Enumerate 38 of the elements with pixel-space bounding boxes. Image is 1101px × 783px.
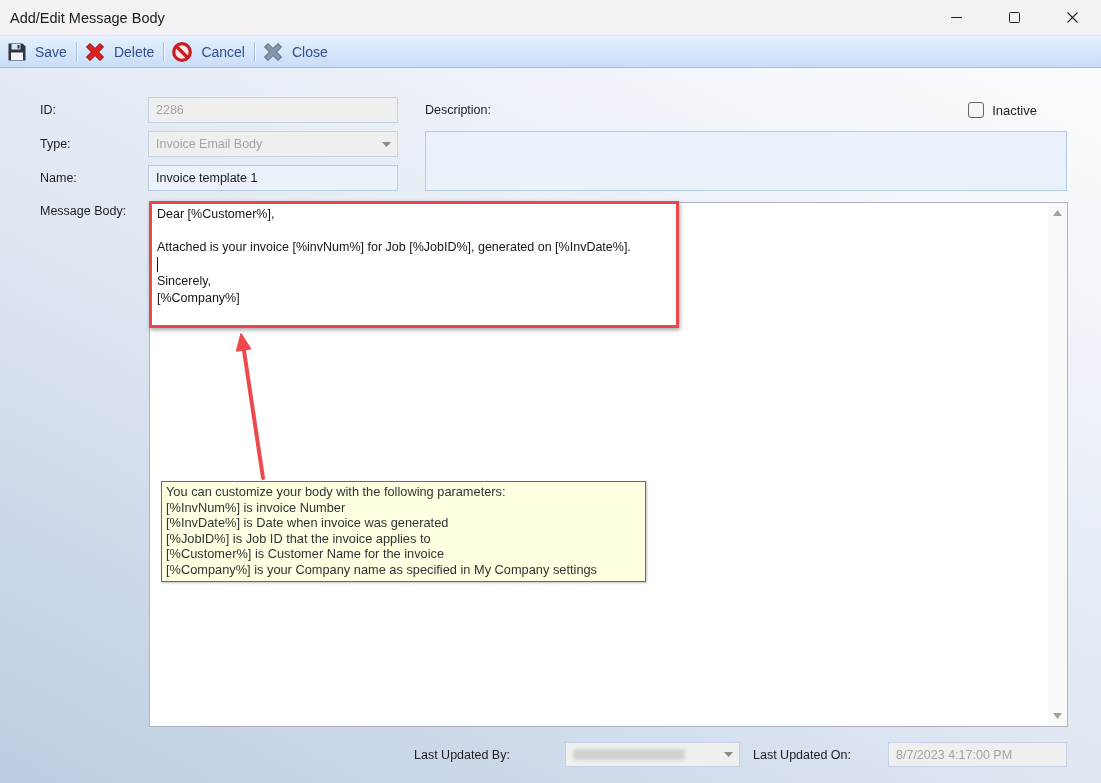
tooltip-text: [%JobID%] is Job ID that the invoice applies to (166, 530, 432, 547)
message-text-line: Sincerely, (157, 273, 212, 290)
tooltip-text: [%Company%] is your Company name as specified in My Company settings (166, 561, 598, 578)
message-body-field[interactable] (149, 202, 1068, 727)
tooltip-text: [%Customer%] is Customer Name for the invoice (166, 546, 446, 562)
minimize-icon[interactable] (950, 17, 962, 18)
scrollbar[interactable] (1048, 203, 1067, 726)
field-label: Type: (40, 137, 72, 151)
no-entry-icon (172, 41, 193, 62)
field-label: Last Updated On: (753, 747, 852, 762)
tooltip-text: [%InvNum%] is invoice Number (166, 499, 347, 516)
field-label: ID: (40, 103, 57, 117)
scroll-up-arrow-icon[interactable] (1053, 210, 1062, 216)
close-icon (263, 41, 283, 62)
delete-button[interactable]: Delete (79, 38, 161, 65)
maximize-icon[interactable] (1008, 12, 1020, 23)
message-text-line: Attached is your invoice [%invNum%] for Job [%JobID%], generated on [%InvDate%]. (157, 239, 632, 256)
cross-icon (84, 41, 105, 62)
checkbox-label: Inactive (992, 102, 1037, 118)
field-label: Last Updated By: (414, 747, 511, 762)
scroll-down-arrow-icon[interactable] (1053, 713, 1062, 719)
description-field[interactable] (425, 131, 1067, 191)
close-icon[interactable] (1066, 12, 1078, 23)
tooltip-text: [%InvDate%] is Date when invoice was generated (166, 515, 450, 531)
message-text-line: [%Company%] (157, 289, 241, 306)
close-button[interactable]: Close (258, 38, 334, 65)
field-label: Message Body: (40, 203, 128, 218)
dropdown-arrow-icon (724, 752, 733, 757)
dropdown-arrow-icon (382, 141, 391, 147)
message-text-line: Dear [%Customer%], (157, 206, 276, 223)
save-button[interactable]: Save (3, 39, 73, 64)
tooltip-text: You can customize your body with the following parameters: (166, 484, 507, 500)
field-label: Name: (40, 171, 78, 185)
text-cursor-icon (157, 256, 158, 272)
field-label: Description: (425, 103, 491, 117)
window-title: Add/Edit Message Body (9, 9, 166, 26)
cancel-button[interactable]: Cancel (167, 38, 251, 65)
text-field[interactable]: Invoice template 1 (148, 165, 398, 191)
